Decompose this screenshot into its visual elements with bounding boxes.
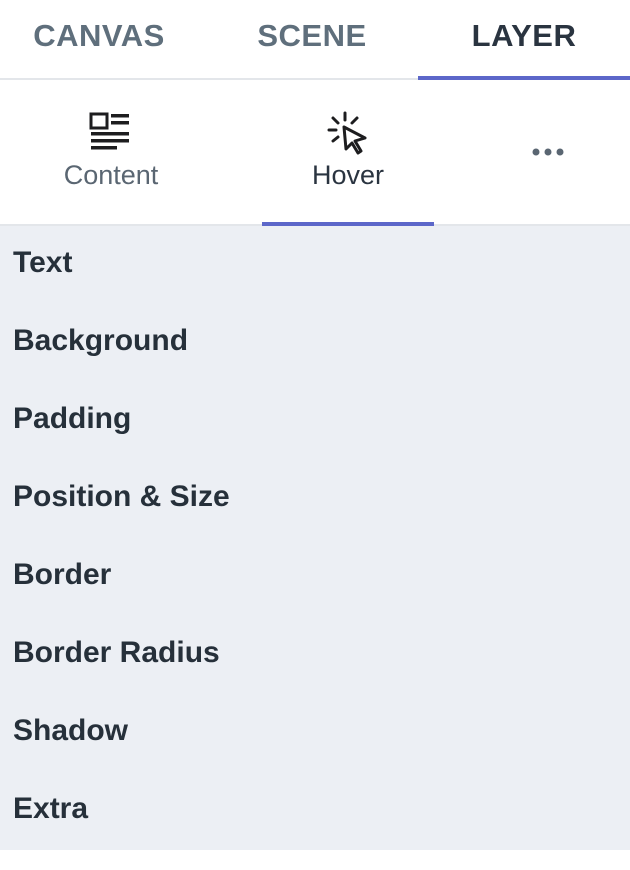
- section-position-size[interactable]: Position & Size: [0, 460, 630, 538]
- sub-tab-content-label: Content: [63, 160, 159, 190]
- section-padding[interactable]: Padding: [0, 382, 630, 460]
- section-list: Text Background Padding Position & Size …: [0, 226, 630, 850]
- content-icon: [89, 112, 129, 150]
- section-text[interactable]: Text: [0, 226, 630, 304]
- section-label: Position & Size: [13, 480, 230, 513]
- section-label: Border Radius: [13, 636, 220, 669]
- sub-tab-bar: Content Hover: [0, 80, 630, 226]
- section-label: Shadow: [13, 714, 129, 747]
- sub-tab-hover-label: Hover: [311, 160, 385, 190]
- section-label: Background: [13, 324, 189, 357]
- sub-tab-content[interactable]: Content: [0, 80, 222, 224]
- tab-layer[interactable]: LAYER: [418, 0, 630, 80]
- more-options-button[interactable]: [500, 80, 596, 224]
- section-label: Padding: [13, 402, 132, 435]
- section-extra[interactable]: Extra: [0, 772, 630, 850]
- section-background[interactable]: Background: [0, 304, 630, 382]
- more-icon: [532, 148, 564, 156]
- section-border-radius[interactable]: Border Radius: [0, 616, 630, 694]
- tab-canvas[interactable]: CANVAS: [0, 0, 198, 78]
- top-tab-bar: CANVAS SCENE LAYER: [0, 0, 630, 80]
- tab-scene[interactable]: SCENE: [210, 0, 414, 78]
- section-shadow[interactable]: Shadow: [0, 694, 630, 772]
- sub-tab-hover[interactable]: Hover: [262, 80, 434, 226]
- cursor-click-icon: [327, 111, 367, 155]
- section-label: Text: [13, 246, 73, 279]
- section-label: Border: [13, 558, 112, 591]
- tab-scene-label: SCENE: [257, 18, 367, 53]
- tab-layer-label: LAYER: [471, 18, 577, 53]
- section-label: Extra: [13, 792, 89, 825]
- tab-canvas-label: CANVAS: [33, 18, 165, 53]
- section-border[interactable]: Border: [0, 538, 630, 616]
